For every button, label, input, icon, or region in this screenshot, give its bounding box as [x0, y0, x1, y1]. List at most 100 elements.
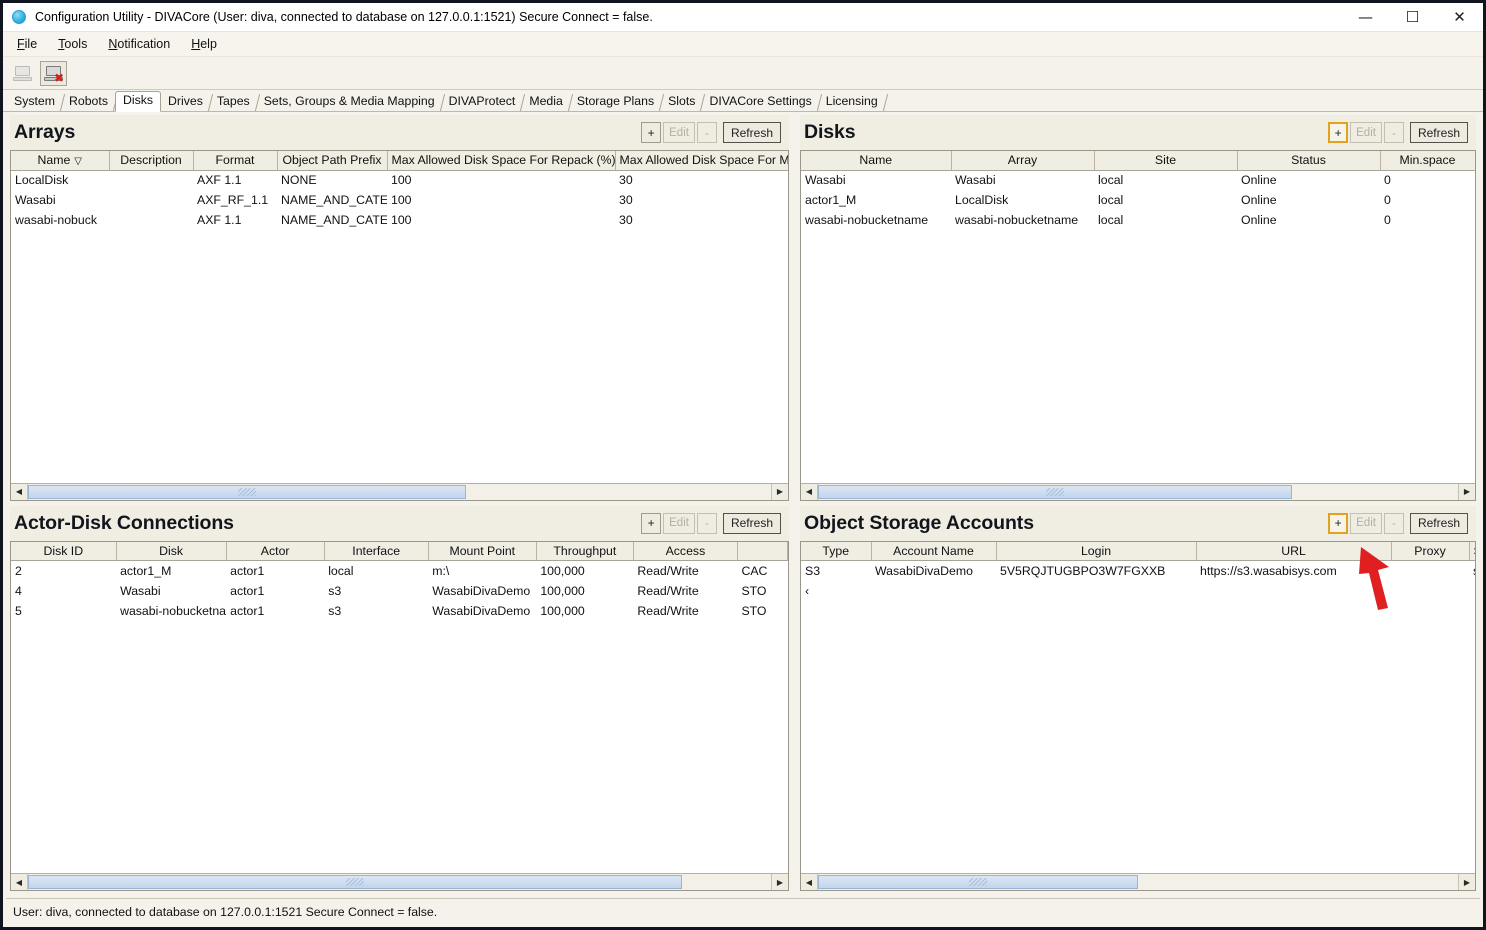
adc-column-header[interactable]: Disk	[116, 541, 227, 561]
arrays-scroll-thumb[interactable]	[28, 484, 467, 499]
disks-hscrollbar[interactable]: ◀ ▶	[801, 482, 1475, 500]
osa-column-header[interactable]: Service Nar	[1469, 541, 1475, 561]
adc-table-row[interactable]: 4 Wasabi actor1 s3 WasabiDivaDemo 100,000 Read…	[11, 581, 788, 601]
connect-button[interactable]	[9, 61, 36, 86]
disks-remove-button[interactable]: -	[1383, 122, 1404, 143]
disks-add-button[interactable]: +	[1328, 122, 1349, 143]
arrays-column-header[interactable]: Description	[109, 151, 194, 171]
arrays-scroll-left-icon[interactable]: ◀	[11, 483, 28, 500]
adc-hscrollbar[interactable]: ◀ ▶	[11, 873, 788, 890]
adc-column-header[interactable]: Interface	[324, 541, 429, 561]
osa-column-header[interactable]: Account Name	[871, 541, 997, 561]
object-storage-accounts-refresh-button[interactable]: Refresh	[1409, 512, 1468, 534]
arrays-column-header[interactable]: Name ▽	[11, 151, 110, 171]
disks-column-header[interactable]: Status	[1237, 151, 1381, 171]
osa-scroll-right-icon[interactable]: ▶	[1458, 874, 1475, 890]
disks-edit-button[interactable]: Edit	[1350, 122, 1382, 143]
arrays-edit-button[interactable]: Edit	[663, 122, 695, 143]
menu-tools[interactable]: Tools	[54, 35, 98, 53]
tab-sets-groups-media-mapping[interactable]: Sets, Groups & Media Mapping	[257, 92, 442, 112]
actor-disk-connections-remove-button[interactable]: -	[696, 512, 717, 534]
disks-scroll-track[interactable]	[818, 483, 1458, 500]
tab-disks[interactable]: Disks	[114, 91, 162, 112]
arrays-refresh-button[interactable]: Refresh	[722, 122, 781, 143]
arrays-column-header[interactable]: Max Allowed Disk Space For Repack (%)	[387, 151, 616, 171]
minimize-button[interactable]: —	[1342, 3, 1389, 31]
adc-table-row[interactable]: 2 actor1_M actor1 local m:\ 100,000 Read/Write…	[11, 561, 788, 581]
osa-column-header[interactable]: Type	[801, 541, 872, 561]
disconnect-button[interactable]: ✖	[40, 60, 67, 86]
disks-column-header[interactable]: Min.space	[1380, 151, 1475, 171]
adc-table-row[interactable]: 5 wasabi-nobucketna actor1 s3 WasabiDivaDemo…	[11, 601, 788, 621]
actor-disk-connections-edit-button[interactable]: Edit	[663, 512, 695, 534]
adc-scroll-right-icon[interactable]: ▶	[771, 874, 788, 890]
object-storage-accounts-add-button[interactable]: +	[1328, 512, 1349, 534]
arrays-scroll-right-icon[interactable]: ▶	[771, 483, 788, 500]
arrays-column-header[interactable]: Max Allowed Disk Space For Migra	[615, 151, 788, 171]
disks-scroll-thumb[interactable]	[818, 484, 1292, 499]
disks-refresh-button[interactable]: Refresh	[1409, 122, 1468, 143]
osa-column-header[interactable]: Login	[996, 541, 1197, 561]
arrays-panel: Arrays + Edit - Refresh Name ▽ Description…	[10, 115, 789, 501]
disks-column-header[interactable]: Name	[801, 151, 952, 171]
disks-column-header[interactable]: Array	[951, 151, 1095, 171]
tab-system[interactable]: System	[7, 92, 62, 112]
osa-table-body: S3 WasabiDivaDemo 5V5RQJTUGBPO3W7FGXXB http…	[801, 561, 1475, 601]
osa-column-header[interactable]: URL	[1196, 541, 1392, 561]
adc-column-header[interactable]: Mount Point	[428, 541, 537, 561]
arrays-add-button[interactable]: +	[641, 122, 662, 143]
arrays-scroll-track[interactable]	[28, 483, 771, 500]
actor-disk-connections-grid: Disk ID Disk Actor Interface Mount Point Thro…	[10, 540, 789, 891]
tab-storage-plans[interactable]: Storage Plans	[570, 92, 661, 112]
tab-licensing[interactable]: Licensing	[819, 92, 885, 112]
tab-robots[interactable]: Robots	[62, 92, 115, 112]
menu-file[interactable]: File	[13, 35, 48, 53]
osa-scroll-thumb[interactable]	[818, 875, 1138, 889]
disks-scroll-left-icon[interactable]: ◀	[801, 483, 818, 500]
osa-table-row[interactable]: S3 WasabiDivaDemo 5V5RQJTUGBPO3W7FGXXB http…	[801, 561, 1475, 581]
tab-drives[interactable]: Drives	[161, 92, 210, 112]
object-storage-accounts-edit-button[interactable]: Edit	[1350, 512, 1382, 534]
arrays-column-header[interactable]: Format	[193, 151, 278, 171]
menu-notification[interactable]: Notification	[104, 35, 181, 53]
arrays-table-row[interactable]: wasabi-nobuck AXF 1.1 NAME_AND_CATEG 100 30	[11, 210, 788, 230]
adc-cell: 100,000	[540, 603, 585, 618]
adc-column-header[interactable]	[737, 541, 788, 561]
tab-divacore-settings[interactable]: DIVACore Settings	[702, 92, 818, 112]
arrays-remove-button[interactable]: -	[696, 122, 717, 143]
osa-cell: ‹	[805, 583, 810, 598]
arrays-table-row[interactable]: LocalDisk AXF 1.1 NONE 100 30	[11, 170, 788, 190]
tab-media[interactable]: Media	[522, 92, 570, 112]
disks-table-body: Wasabi Wasabi local Online 0 actor1_M LocalDis…	[801, 170, 1475, 230]
object-storage-accounts-remove-button[interactable]: -	[1383, 512, 1404, 534]
adc-scroll-thumb[interactable]	[28, 875, 682, 889]
maximize-button[interactable]: ☐	[1389, 3, 1436, 31]
adc-scroll-track[interactable]	[28, 874, 771, 890]
arrays-hscrollbar[interactable]: ◀ ▶	[11, 482, 788, 500]
disks-table-row[interactable]: wasabi-nobucketname wasabi-nobucketname lo…	[801, 210, 1475, 230]
disks-scroll-right-icon[interactable]: ▶	[1458, 483, 1475, 500]
tab-slots[interactable]: Slots	[661, 92, 702, 112]
disks-column-header[interactable]: Site	[1094, 151, 1238, 171]
disks-table-row[interactable]: Wasabi Wasabi local Online 0	[801, 170, 1475, 190]
adc-column-header[interactable]: Throughput	[536, 541, 634, 561]
close-button[interactable]: ✕	[1436, 3, 1483, 31]
arrays-column-header[interactable]: Object Path Prefix	[277, 151, 388, 171]
menu-help[interactable]: Help	[187, 35, 228, 53]
disks-table-row[interactable]: actor1_M LocalDisk local Online 0	[801, 190, 1475, 210]
osa-column-header[interactable]: Proxy	[1391, 541, 1470, 561]
adc-column-header[interactable]: Access	[633, 541, 738, 561]
actor-disk-connections-add-button[interactable]: +	[641, 512, 662, 534]
osa-cell	[1469, 581, 1475, 601]
actor-disk-connections-refresh-button[interactable]: Refresh	[722, 512, 781, 534]
osa-scroll-left-icon[interactable]: ◀	[801, 874, 818, 890]
adc-column-header[interactable]: Actor	[226, 541, 325, 561]
arrays-table-row[interactable]: Wasabi AXF_RF_1.1 NAME_AND_CATEG 100 30	[11, 190, 788, 210]
tab-tapes[interactable]: Tapes	[210, 92, 257, 112]
tab-divaprotect[interactable]: DIVAProtect	[442, 92, 523, 112]
adc-column-header[interactable]: Disk ID	[11, 541, 117, 561]
adc-scroll-left-icon[interactable]: ◀	[11, 874, 28, 890]
osa-hscrollbar[interactable]: ◀ ▶	[801, 873, 1475, 890]
osa-scroll-track[interactable]	[818, 874, 1458, 890]
osa-table-row[interactable]: ‹	[801, 581, 1475, 601]
